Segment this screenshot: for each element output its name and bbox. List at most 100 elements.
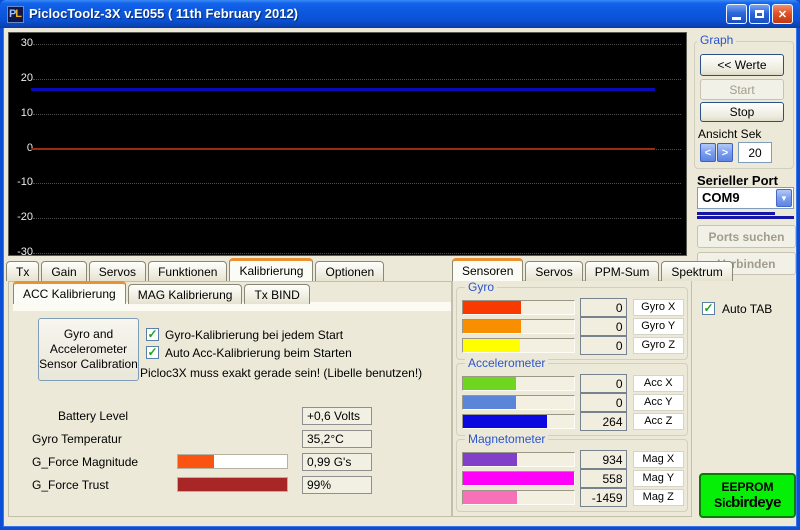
sensor-bar-track bbox=[462, 338, 575, 353]
sensor-groups: Gyro0Gyro X0Gyro Y0Gyro ZAccelerometer0A… bbox=[456, 287, 688, 515]
right-tab-bar: SensorenServosPPM-SumSpektrum bbox=[452, 258, 735, 281]
y-tick-label: -10 bbox=[11, 176, 33, 188]
gridline bbox=[33, 79, 681, 80]
tab-spektrum[interactable]: Spektrum bbox=[661, 261, 732, 281]
readout-label: Battery Level bbox=[58, 409, 128, 423]
readout-value: +0,6 Volts bbox=[302, 407, 372, 425]
minimize-button[interactable] bbox=[726, 4, 747, 24]
eeprom-button-line2: Sicbirdeye bbox=[714, 495, 781, 511]
level-note-text: Picloc3X muss exakt gerade sein! (Libell… bbox=[140, 366, 422, 380]
com-port-select[interactable]: COM9 ▼ bbox=[697, 187, 794, 209]
sensor-bar bbox=[463, 339, 520, 352]
calib-button-line2: Accelerometer bbox=[50, 342, 127, 357]
sensor-axis-label: Acc Y bbox=[633, 394, 685, 411]
ansicht-sek-input[interactable]: 20 bbox=[738, 142, 772, 163]
acc-calibration-label: Auto Acc-Kalibrierung beim Starten bbox=[165, 346, 352, 360]
readout-label: G_Force Magnitude bbox=[32, 455, 138, 469]
sensor-group-label: Accelerometer bbox=[465, 356, 548, 370]
auto-tab-checkbox[interactable]: ✓ bbox=[702, 302, 715, 315]
sub-tab-bar: ACC KalibrierungMAG KalibrierungTx BIND bbox=[13, 281, 312, 304]
sensor-axis-label: Gyro Z bbox=[633, 337, 685, 354]
tab-servos[interactable]: Servos bbox=[89, 261, 146, 281]
tab-optionen[interactable]: Optionen bbox=[315, 261, 384, 281]
combo-dropdown-button[interactable]: ▼ bbox=[776, 189, 792, 207]
sensor-bar bbox=[463, 301, 521, 314]
chevron-down-icon: ▼ bbox=[780, 194, 788, 203]
tab-kalibrierung[interactable]: Kalibrierung bbox=[229, 258, 313, 281]
app-icon: PL bbox=[7, 6, 24, 23]
tab-servos[interactable]: Servos bbox=[525, 261, 582, 281]
maximize-button[interactable] bbox=[749, 4, 770, 24]
minimize-icon bbox=[732, 17, 741, 20]
main-tab-bar: TxGainServosFunktionenKalibrierungOption… bbox=[6, 258, 386, 281]
plot-area: 3020100-10-20-30 bbox=[8, 32, 687, 256]
sensor-row: 0Acc Y bbox=[462, 393, 684, 412]
sensor-bar-track bbox=[462, 490, 575, 505]
checkmark-icon: ✓ bbox=[703, 303, 713, 314]
maximize-icon bbox=[755, 10, 764, 18]
sensor-bar-track bbox=[462, 452, 575, 467]
sensor-axis-label: Gyro X bbox=[633, 299, 685, 316]
readout-value: 35,2°C bbox=[302, 430, 372, 448]
sensor-bar-track bbox=[462, 395, 575, 410]
ansicht-sek-label: Ansicht Sek bbox=[698, 127, 761, 141]
gridline bbox=[33, 44, 681, 45]
close-icon: ✕ bbox=[778, 8, 787, 21]
ansicht-increase-button[interactable]: > bbox=[717, 143, 733, 162]
birdeye-watermark: birdeye bbox=[731, 494, 781, 511]
gyro-calibration-checkbox[interactable]: ✓ bbox=[146, 328, 159, 341]
sensor-value: 558 bbox=[580, 469, 627, 488]
tab-gain[interactable]: Gain bbox=[41, 261, 86, 281]
window-title: PiclocToolz-3X v.E055 ( 11th February 20… bbox=[29, 6, 298, 21]
sensor-row: 0Acc X bbox=[462, 374, 684, 393]
title-bar[interactable]: PL PiclocToolz-3X v.E055 ( 11th February… bbox=[0, 0, 800, 28]
werte-button[interactable]: << Werte bbox=[700, 54, 784, 76]
sensor-axis-label: Gyro Y bbox=[633, 318, 685, 335]
auto-tab-label: Auto TAB bbox=[722, 302, 772, 316]
y-tick-label: -30 bbox=[11, 246, 33, 258]
sensor-row: 0Gyro Y bbox=[462, 317, 684, 336]
readout-bar bbox=[178, 478, 287, 491]
app-icon-letter-l: L bbox=[15, 9, 22, 20]
application-window: PL PiclocToolz-3X v.E055 ( 11th February… bbox=[0, 0, 800, 530]
stop-button[interactable]: Stop bbox=[700, 102, 784, 122]
tab-sensoren[interactable]: Sensoren bbox=[452, 258, 523, 281]
sensor-bar-track bbox=[462, 300, 575, 315]
serial-activity-bar-short bbox=[697, 212, 775, 215]
sensor-value: 264 bbox=[580, 412, 627, 431]
serial-activity-bar-long bbox=[697, 216, 794, 219]
sensor-calibration-button[interactable]: Gyro and Accelerometer Sensor Calibratio… bbox=[38, 318, 139, 381]
close-button[interactable]: ✕ bbox=[772, 4, 793, 24]
eeprom-save-button[interactable]: EEPROM Sicbirdeye bbox=[699, 473, 796, 518]
gridline bbox=[33, 183, 681, 184]
sensor-group-gyro: Gyro0Gyro X0Gyro Y0Gyro Z bbox=[456, 287, 688, 360]
sensor-bar bbox=[463, 377, 516, 390]
readout-value: 99% bbox=[302, 476, 372, 494]
tab-tx[interactable]: Tx bbox=[6, 261, 39, 281]
subtab-tx-bind[interactable]: Tx BIND bbox=[244, 284, 309, 304]
sensor-value: 934 bbox=[580, 450, 627, 469]
start-button[interactable]: Start bbox=[700, 79, 784, 100]
sensor-bar bbox=[463, 415, 547, 428]
subtab-acc-kalibrierung[interactable]: ACC Kalibrierung bbox=[13, 281, 126, 304]
subtab-mag-kalibrierung[interactable]: MAG Kalibrierung bbox=[128, 284, 243, 304]
ansicht-decrease-button[interactable]: < bbox=[700, 143, 716, 162]
sensor-value: 0 bbox=[580, 298, 627, 317]
y-tick-label: 10 bbox=[11, 107, 33, 119]
sensor-group-magnetometer: Magnetometer934Mag X558Mag Y-1459Mag Z bbox=[456, 439, 688, 512]
tab-ppm-sum[interactable]: PPM-Sum bbox=[585, 261, 660, 281]
acc-calibration-checkbox[interactable]: ✓ bbox=[146, 346, 159, 359]
sensor-bar-track bbox=[462, 471, 575, 486]
sensor-axis-label: Mag X bbox=[633, 451, 685, 468]
com-port-value: COM9 bbox=[702, 190, 740, 205]
ports-suchen-button[interactable]: Ports suchen bbox=[697, 225, 796, 248]
readout-bar-track bbox=[177, 477, 288, 492]
readout-label: Gyro Temperatur bbox=[32, 432, 122, 446]
y-tick-label: -20 bbox=[11, 211, 33, 223]
graph-group-label: Graph bbox=[697, 33, 736, 47]
eeprom-button-line1: EEPROM bbox=[721, 480, 773, 495]
sensor-axis-label: Acc X bbox=[633, 375, 685, 392]
tab-funktionen[interactable]: Funktionen bbox=[148, 261, 227, 281]
sensor-row: 0Gyro Z bbox=[462, 336, 684, 355]
readout-label: G_Force Trust bbox=[32, 478, 109, 492]
